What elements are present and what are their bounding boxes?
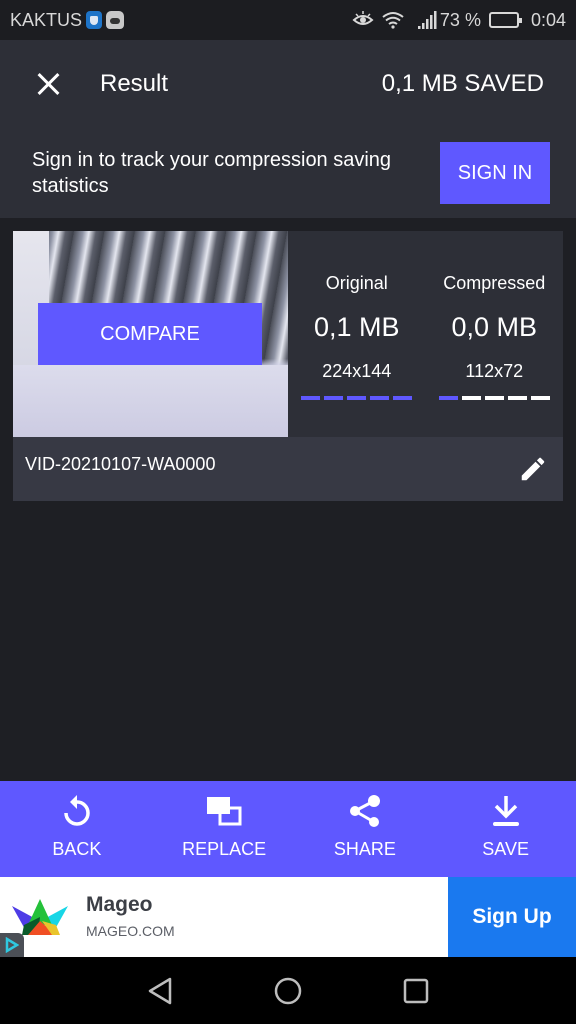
ad-domain: MAGEO.COM — [86, 923, 175, 939]
system-nav-bar — [0, 957, 576, 1024]
original-dimensions: 224x144 — [322, 361, 392, 381]
compression-stats: Original 0,1 MB 224x144 Compressed 0,0 M… — [288, 231, 563, 437]
compressed-dimensions: 112x72 — [465, 361, 524, 381]
screen: KAKTUS 73 % 0:04 Result 0,1 MB SAVED Sig… — [0, 0, 576, 1024]
signin-banner: Sign in to track your compression saving… — [0, 128, 576, 218]
original-stats: Original 0,1 MB 224x144 — [288, 231, 426, 437]
undo-icon — [61, 793, 93, 829]
level-segment — [324, 396, 344, 400]
compressed-label: Compressed — [443, 273, 546, 293]
pencil-icon[interactable] — [517, 453, 549, 485]
level-segment — [484, 396, 504, 400]
back-action-button[interactable]: BACK — [0, 781, 154, 877]
level-segment — [507, 396, 527, 400]
video-thumbnail[interactable]: COMPARE — [13, 231, 288, 437]
save-action-button[interactable]: SAVE — [435, 781, 576, 877]
level-segment — [530, 396, 550, 400]
home-circle-icon[interactable] — [270, 973, 306, 1009]
header: Result 0,1 MB SAVED Sign in to track you… — [0, 40, 576, 218]
sign-in-button[interactable]: SIGN IN — [440, 142, 550, 204]
result-card: COMPARE Original 0,1 MB 224x144 Compress… — [13, 231, 563, 501]
signal-icon — [417, 11, 437, 29]
level-segment — [301, 396, 321, 400]
carrier-name: KAKTUS — [10, 9, 83, 30]
share-icon — [348, 793, 382, 829]
recents-square-icon[interactable] — [398, 973, 434, 1009]
level-segment — [347, 396, 367, 400]
bear-app-icon — [106, 11, 125, 29]
original-label: Original — [325, 273, 388, 293]
ad-title: Mageo — [86, 893, 153, 916]
level-segment — [438, 396, 458, 400]
battery-percent: 73 % — [439, 9, 481, 30]
replace-icon — [206, 793, 242, 829]
level-segment — [461, 396, 481, 400]
compressed-stats: Compressed 0,0 MB 112x72 — [426, 231, 564, 437]
file-name-row: VID-20210107-WA0000 — [13, 437, 563, 501]
back-label: BACK — [52, 839, 102, 859]
shield-icon — [86, 11, 103, 29]
ad-sign-up-button[interactable]: Sign Up — [448, 877, 576, 957]
page-title: Result — [100, 70, 169, 97]
file-name: VID-20210107-WA0000 — [25, 453, 216, 474]
app-bar: Result 0,1 MB SAVED — [0, 40, 576, 128]
clock: 0:04 — [530, 9, 566, 30]
action-bar: BACK REPLACE SHARE SAVE — [0, 781, 576, 877]
signin-message: Sign in to track your compression saving… — [32, 149, 392, 197]
level-segment — [370, 396, 390, 400]
replace-action-button[interactable]: REPLACE — [154, 781, 295, 877]
share-action-button[interactable]: SHARE — [294, 781, 435, 877]
level-segment — [393, 396, 413, 400]
original-size: 0,1 MB — [313, 312, 400, 342]
compressed-level-bars — [438, 396, 550, 400]
ad-choices-icon[interactable] — [0, 933, 24, 957]
battery-icon — [488, 12, 522, 28]
back-triangle-icon[interactable] — [142, 973, 178, 1009]
compare-button[interactable]: COMPARE — [38, 303, 262, 365]
download-icon — [491, 793, 521, 829]
thumbnail-snow — [13, 365, 288, 437]
wifi-icon — [382, 12, 404, 29]
eye-icon — [352, 11, 374, 25]
status-bar: KAKTUS 73 % 0:04 — [0, 0, 576, 40]
saved-amount: 0,1 MB SAVED — [381, 70, 544, 97]
compressed-size: 0,0 MB — [451, 312, 538, 342]
share-label: SHARE — [333, 839, 396, 859]
replace-label: REPLACE — [182, 839, 267, 859]
original-level-bars — [301, 396, 413, 400]
ad-banner[interactable]: Mageo MAGEO.COM Sign Up — [0, 877, 576, 957]
save-label: SAVE — [482, 839, 529, 859]
close-icon[interactable] — [36, 72, 60, 96]
